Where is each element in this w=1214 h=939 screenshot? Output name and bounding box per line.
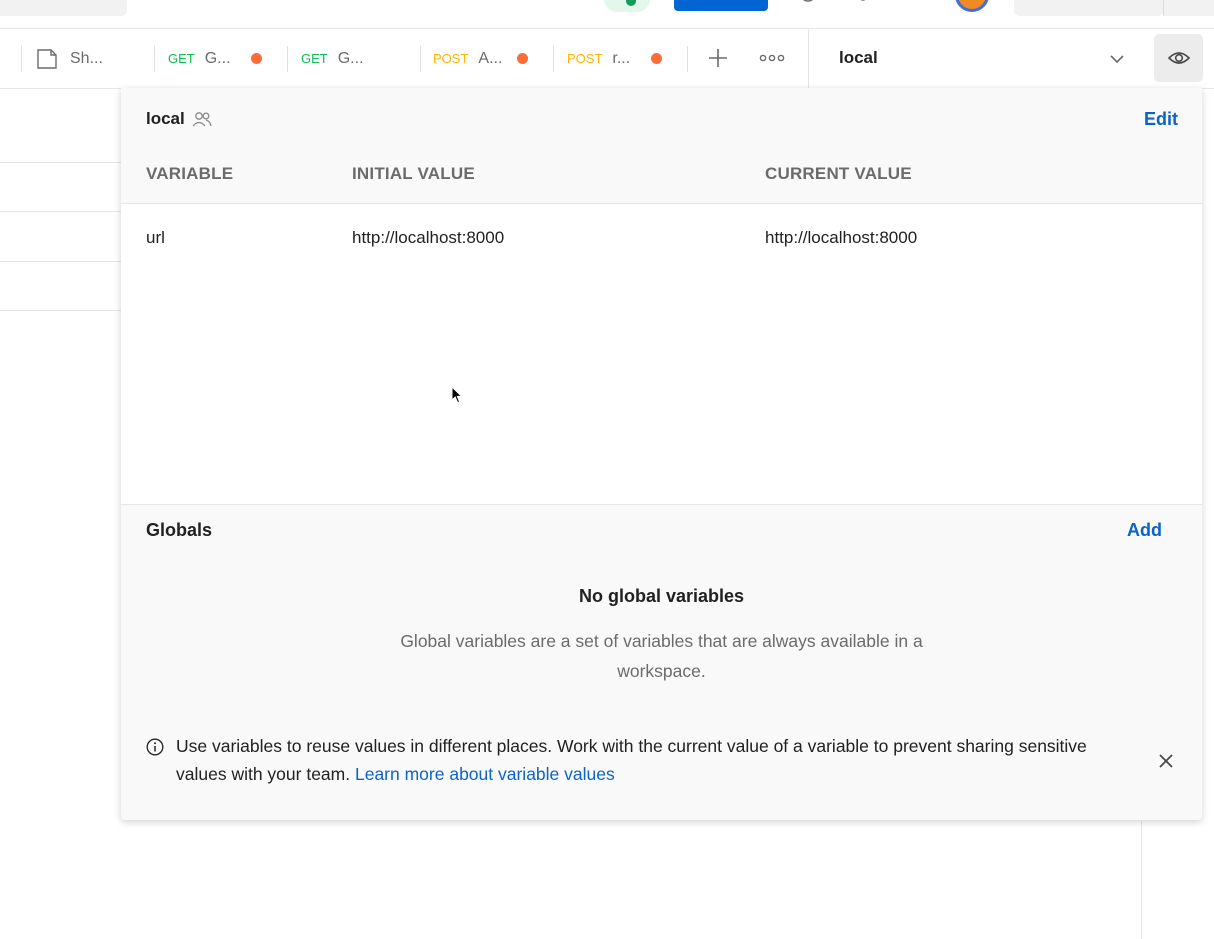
column-header-variable: VARIABLE [146, 164, 234, 183]
empty-state-text: Global variables are a set of variables … [400, 631, 923, 681]
globals-title: Globals [146, 520, 213, 540]
top-header [0, 0, 1214, 29]
variable-name: url [146, 228, 165, 247]
info-icon [146, 738, 164, 756]
shared-users-icon [192, 112, 212, 127]
variable-current-value: http://localhost:8000 [765, 228, 918, 247]
tab-options-ellipsis-icon[interactable] [758, 44, 786, 72]
tab-divider [553, 46, 554, 72]
info-message: Use variables to reuse values in differe… [176, 736, 1087, 784]
document-icon [37, 48, 57, 69]
sync-status-dot [626, 0, 636, 6]
environment-title: local [146, 109, 212, 129]
request-tabs: Sh... GET G... GET G... POST A... POST r… [0, 29, 1214, 89]
tab-shared[interactable]: Sh... [36, 29, 103, 88]
bell-icon[interactable] [855, 0, 871, 6]
method-badge: POST [567, 51, 603, 66]
new-tab-plus-icon[interactable] [704, 44, 732, 72]
environment-quick-look-popover: local Edit VARIABLE INITIAL VALUE CURREN… [121, 88, 1202, 820]
column-header-current-value: CURRENT VALUE [765, 164, 912, 183]
add-global-link[interactable]: Add [1127, 520, 1162, 541]
learn-more-link[interactable]: Learn more about variable values [355, 764, 615, 784]
eye-icon [1167, 52, 1190, 64]
unsaved-dot [517, 53, 528, 64]
unsaved-dot [251, 53, 262, 64]
tab-label: G... [337, 49, 364, 67]
tab-get-2[interactable]: GET G... [301, 29, 364, 88]
environment-quick-look-button[interactable] [1154, 34, 1203, 82]
empty-state-title: No global variables [578, 586, 745, 606]
environment-section: local Edit VARIABLE INITIAL VALUE CURREN… [121, 88, 1202, 504]
environment-name: local [146, 109, 185, 128]
tab-divider [21, 46, 22, 72]
upgrade-button[interactable] [1014, 0, 1164, 16]
info-banner-text: Use variables to reuse values in differe… [176, 732, 1116, 788]
tab-label: A... [478, 49, 503, 67]
invite-button[interactable] [674, 0, 768, 11]
row-divider [0, 211, 121, 212]
method-badge: GET [168, 51, 195, 66]
workspace-menu[interactable] [0, 0, 127, 16]
settings-sync-icon[interactable] [800, 0, 816, 6]
tab-get-1[interactable]: GET G... [168, 29, 231, 88]
chevron-down-icon[interactable] [1108, 50, 1126, 68]
tab-divider [154, 46, 155, 72]
environment-selector[interactable]: local [839, 48, 878, 68]
edit-environment-link[interactable]: Edit [1144, 109, 1178, 130]
tab-label: G... [204, 49, 231, 67]
tab-label: r... [612, 49, 631, 67]
row-divider [0, 162, 121, 163]
tab-divider [287, 46, 288, 72]
tab-post-2[interactable]: POST r... [567, 29, 630, 88]
tab-post-1[interactable]: POST A... [433, 29, 502, 88]
divider [121, 504, 1202, 505]
row-divider [0, 310, 121, 311]
method-badge: POST [433, 51, 469, 66]
column-header-initial-value: INITIAL VALUE [352, 164, 475, 183]
gear-icon[interactable] [909, 0, 925, 6]
method-badge: GET [301, 51, 328, 66]
tab-divider [420, 46, 421, 72]
tab-divider [687, 46, 688, 72]
unsaved-dot [651, 53, 662, 64]
variable-initial-value: http://localhost:8000 [352, 228, 505, 247]
more-menu-button[interactable] [1164, 0, 1214, 16]
variables-table-body: url http://localhost:8000 http://localho… [121, 204, 1202, 504]
tab-label: Sh... [70, 49, 103, 67]
close-icon[interactable] [1155, 750, 1177, 772]
pane-divider [1141, 821, 1142, 939]
row-divider [0, 261, 121, 262]
mouse-cursor-icon [451, 386, 463, 404]
sync-status-badge[interactable] [604, 0, 650, 12]
avatar[interactable] [955, 0, 989, 12]
divider [808, 29, 809, 88]
